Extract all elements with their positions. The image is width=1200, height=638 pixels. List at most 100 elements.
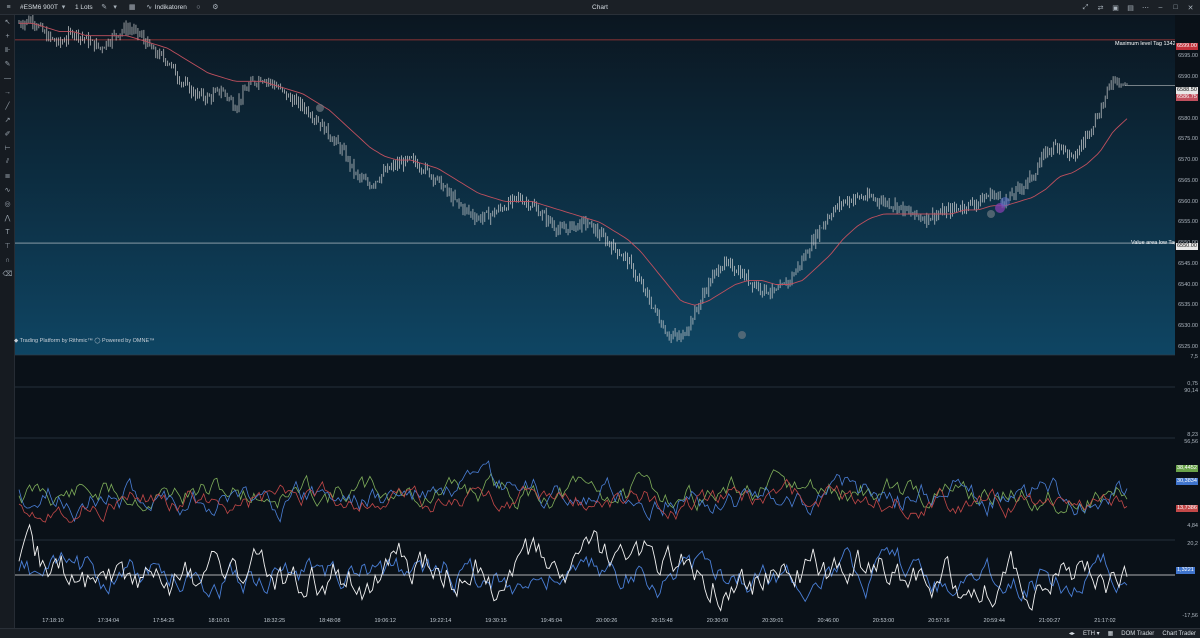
value-area-low-label: Value area low Tag <box>1131 240 1178 246</box>
crosshair-tool[interactable]: + <box>0 29 15 43</box>
pencil-tool[interactable]: ✎ <box>0 57 15 71</box>
chart-plot[interactable] <box>15 15 1175 628</box>
channel-icon: ⫽ <box>5 158 10 165</box>
magnet-tool[interactable]: ∩ <box>0 253 15 267</box>
time-tick-label: 17:18:10 <box>42 618 64 624</box>
chart-trader-label: Chart Trader <box>1162 630 1196 637</box>
arrow-icon: ↗ <box>4 117 11 124</box>
channel-tool[interactable]: ⫽ <box>0 155 15 169</box>
price-axis[interactable]: 6595.006590.006585.006580.006575.006570.… <box>1175 15 1200 628</box>
window-controls: ⤢ ⇄ ▣ ▤ ⋯ – □ ✕ <box>1080 0 1196 15</box>
indicators-button[interactable]: ∿ Indikatoren <box>141 0 190 15</box>
chart-trader-button[interactable]: Chart Trader <box>1158 629 1200 638</box>
current-price-tag: 6588.50 <box>1176 87 1198 94</box>
exchange-label: ETH <box>1082 630 1095 637</box>
close-icon[interactable]: ✕ <box>1186 3 1195 12</box>
tag-icon: ⊤ <box>4 243 11 250</box>
time-tick-label: 18:48:08 <box>319 618 341 624</box>
price-tick-label: 6555.00 <box>1178 219 1198 226</box>
calendar-icon: ▦ <box>1107 631 1114 637</box>
symbol-selector[interactable]: #ESM6 900T ▾ <box>17 0 72 15</box>
max-level-price-tag: 6599.00 <box>1176 43 1198 50</box>
prev-icon: ◂▸ <box>1068 631 1075 637</box>
eraser-tool[interactable]: ⌫ <box>0 267 15 281</box>
brush-tool[interactable]: ✐ <box>0 127 15 141</box>
fibonacci-icon: ≣ <box>4 173 11 180</box>
time-tick-label: 21:17:02 <box>1094 618 1116 624</box>
draw-tool-button[interactable]: ✎ ▾ <box>96 0 124 15</box>
pencil-icon: ✎ <box>4 61 11 68</box>
time-tick-label: 20:39:01 <box>762 618 784 624</box>
marker-circle-3[interactable] <box>987 210 995 218</box>
pane1-top-label: 7,5 <box>1190 354 1198 360</box>
arrow-tool[interactable]: ↗ <box>0 113 15 127</box>
hline-tool[interactable]: — <box>0 71 15 85</box>
lots-selector[interactable]: 1 Lots <box>72 0 96 15</box>
fib-tool[interactable]: ≣ <box>0 169 15 183</box>
grid-icon: ▦ <box>128 4 136 11</box>
price-tick-label: 6525.00 <box>1178 343 1198 350</box>
cursor-tool[interactable]: ↖ <box>0 15 15 29</box>
time-tick-label: 17:34:04 <box>97 618 120 624</box>
app-menu[interactable]: ≡ <box>0 0 17 15</box>
lock-icon[interactable]: ▤ <box>1126 3 1135 12</box>
drawing-toolbar: ↖ + ⊪ ✎ — → ╱ ↗ ✐ ⊢ ⫽ ≣ ∿ ◎ ⋀ T ⊤ ∩ ⌫ <box>0 15 15 628</box>
pane2-top-label: 90,14 <box>1184 388 1198 394</box>
time-tick-label: 19:30:15 <box>485 618 507 624</box>
link-button[interactable]: ○ <box>190 0 207 15</box>
price-tick-label: 6565.00 <box>1178 177 1198 184</box>
ray-icon: → <box>4 88 11 96</box>
bar-tool[interactable]: ⊪ <box>0 43 15 57</box>
bars-icon: ⊪ <box>4 47 11 54</box>
maximize-icon[interactable]: □ <box>1171 3 1180 12</box>
price-tick-label: 6590.00 <box>1178 74 1198 81</box>
marker-circle-5[interactable] <box>1000 197 1010 207</box>
gear-icon: ⚙ <box>212 4 219 11</box>
zigzag-tool[interactable]: ⋀ <box>0 211 15 225</box>
time-tick-label: 20:15:48 <box>651 618 673 624</box>
dom-trader-button[interactable]: DOM Trader <box>1117 629 1158 638</box>
time-axis[interactable]: 17:18:10 17:34:04 17:54:25 18:10:01 18:32:25… <box>15 618 1175 628</box>
pane3-bottom-label: 4,84 <box>1187 523 1198 529</box>
camera-icon[interactable]: ▣ <box>1111 3 1120 12</box>
cursor-icon: ↖ <box>4 19 11 26</box>
status-nav[interactable]: ◂▸ <box>1065 629 1079 638</box>
calendar-button[interactable]: ▦ <box>1104 629 1118 638</box>
marker-circle-2[interactable] <box>738 331 746 339</box>
lots-label: 1 Lots <box>74 3 93 11</box>
template-button[interactable]: ▦ <box>124 0 141 15</box>
tag-tool[interactable]: ⊤ <box>0 239 15 253</box>
chevron-down-icon: ▾ <box>113 4 117 11</box>
curve-tool[interactable]: ∿ <box>0 183 15 197</box>
ray-tool[interactable]: → <box>0 85 15 99</box>
more-icon[interactable]: ⋯ <box>1141 3 1150 12</box>
price-tick-label: 6545.00 <box>1178 260 1198 267</box>
horizontal-line-icon: — <box>4 74 11 82</box>
text-icon: T <box>5 228 10 236</box>
watermark-omne: Powered by OMNE™ <box>102 338 155 344</box>
properties-button[interactable]: ⚙ <box>207 0 224 15</box>
measure-tool[interactable]: ⊢ <box>0 141 15 155</box>
rithmic-icon: ◆ <box>14 338 19 344</box>
time-tick-label: 20:53:00 <box>872 618 895 624</box>
price-tick-label: 6575.00 <box>1178 136 1198 143</box>
exchange-selector[interactable]: ETH ▾ <box>1079 629 1104 638</box>
pane2-bottom-label: 8,23 <box>1187 432 1198 438</box>
marker-circle-1[interactable] <box>316 104 324 112</box>
magnet-icon: ∩ <box>4 256 11 264</box>
max-level-label: Maximum level Tag 13427 <box>1115 41 1179 47</box>
pane4-top-label: 20,2 <box>1187 541 1198 547</box>
text-tool[interactable]: T <box>0 225 15 239</box>
sync-icon[interactable]: ⇄ <box>1096 3 1105 12</box>
time-tick-label: 18:32:25 <box>263 618 286 624</box>
top-toolbar: ≡ #ESM6 900T ▾ 1 Lots ✎ ▾ ▦ ∿ Indikatoren… <box>0 0 1200 15</box>
expand-icon[interactable]: ⤢ <box>1081 3 1090 12</box>
line-tool[interactable]: ╱ <box>0 99 15 113</box>
price-tick-label: 6560.00 <box>1178 198 1198 205</box>
circle-tool[interactable]: ◎ <box>0 197 15 211</box>
pane1-bottom-label: 0,75 <box>1187 381 1198 387</box>
time-tick-label: 19:22:14 <box>429 618 452 624</box>
value-area-low-price-tag: 6550.00 <box>1176 243 1198 250</box>
minimize-icon[interactable]: – <box>1156 3 1165 12</box>
watermark: ◆ Trading Platform by Rithmic™ ◯ Powered… <box>14 338 155 344</box>
